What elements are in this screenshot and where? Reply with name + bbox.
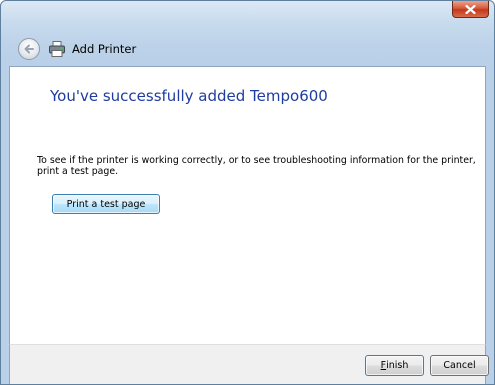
window-title: Add Printer xyxy=(72,42,137,56)
test-page-info-text: To see if the printer is working correct… xyxy=(37,155,476,177)
cancel-button[interactable]: Cancel xyxy=(430,355,489,376)
wizard-content: You've successfully added Tempo600 To se… xyxy=(9,66,486,344)
add-printer-window: Add Printer You've successfully added Te… xyxy=(0,0,495,385)
back-arrow-icon xyxy=(24,44,34,54)
success-heading: You've successfully added Tempo600 xyxy=(50,87,328,105)
finish-label: inish xyxy=(386,360,409,371)
print-test-page-button[interactable]: Print a test page xyxy=(52,194,160,214)
close-icon xyxy=(465,4,476,14)
printer-icon xyxy=(49,41,65,57)
finish-button[interactable]: Finish xyxy=(365,355,424,376)
back-button[interactable] xyxy=(18,38,40,60)
close-button[interactable] xyxy=(452,1,489,18)
wizard-footer: Finish Cancel xyxy=(9,344,489,384)
